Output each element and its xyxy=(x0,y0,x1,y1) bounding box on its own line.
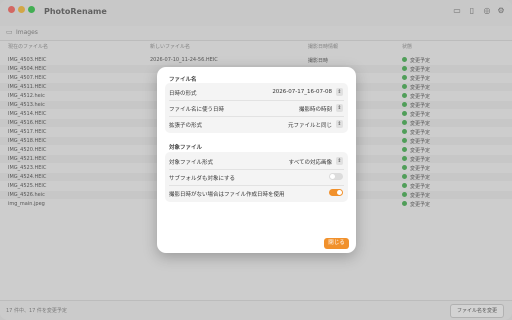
target-format-value[interactable]: すべての対応画像 xyxy=(289,158,332,166)
target-group: 対象ファイル形式 すべての対応画像 ⇕ サブフォルダも対象にする 撮影日時がない… xyxy=(165,152,348,202)
date-format-label: 日時の形式 xyxy=(169,91,197,97)
subfolder-row: サブフォルダも対象にする xyxy=(165,169,348,185)
target-format-row[interactable]: 対象ファイル形式 すべての対応画像 ⇕ xyxy=(165,153,348,169)
date-format-row[interactable]: 日時の形式 2026-07-17_16-07-08 ⇕ xyxy=(165,84,348,100)
subfolder-label: サブフォルダも対象にする xyxy=(169,176,236,182)
date-source-value[interactable]: 撮影時の時刻 xyxy=(299,105,332,113)
chevron-updown-icon[interactable]: ⇕ xyxy=(336,88,343,96)
chevron-updown-icon[interactable]: ⇕ xyxy=(336,157,343,165)
target-format-label: 対象ファイル形式 xyxy=(169,160,214,166)
subfolder-toggle[interactable] xyxy=(329,173,343,180)
section-title-target: 対象ファイル xyxy=(169,145,203,151)
date-format-value[interactable]: 2026-07-17_16-07-08 xyxy=(272,89,332,95)
filename-group: 日時の形式 2026-07-17_16-07-08 ⇕ ファイル名に使う日時 撮… xyxy=(165,83,348,133)
ext-format-row[interactable]: 拡張子の形式 元ファイルと同じ ⇕ xyxy=(165,116,348,132)
chevron-updown-icon[interactable]: ⇕ xyxy=(336,104,343,112)
date-source-label: ファイル名に使う日時 xyxy=(169,107,225,113)
chevron-updown-icon[interactable]: ⇕ xyxy=(336,120,343,128)
fallback-label: 撮影日時がない場合はファイル作成日時を使用 xyxy=(169,192,285,198)
fallback-row: 撮影日時がない場合はファイル作成日時を使用 xyxy=(165,185,348,201)
section-title-filename: ファイル名 xyxy=(169,77,197,83)
ext-format-value[interactable]: 元ファイルと同じ xyxy=(288,121,332,129)
close-button[interactable]: 閉じる xyxy=(324,238,349,249)
ext-format-label: 拡張子の形式 xyxy=(169,123,203,129)
settings-dialog: ファイル名 日時の形式 2026-07-17_16-07-08 ⇕ ファイル名に… xyxy=(157,67,356,253)
date-source-row[interactable]: ファイル名に使う日時 撮影時の時刻 ⇕ xyxy=(165,100,348,116)
fallback-toggle[interactable] xyxy=(329,189,343,196)
